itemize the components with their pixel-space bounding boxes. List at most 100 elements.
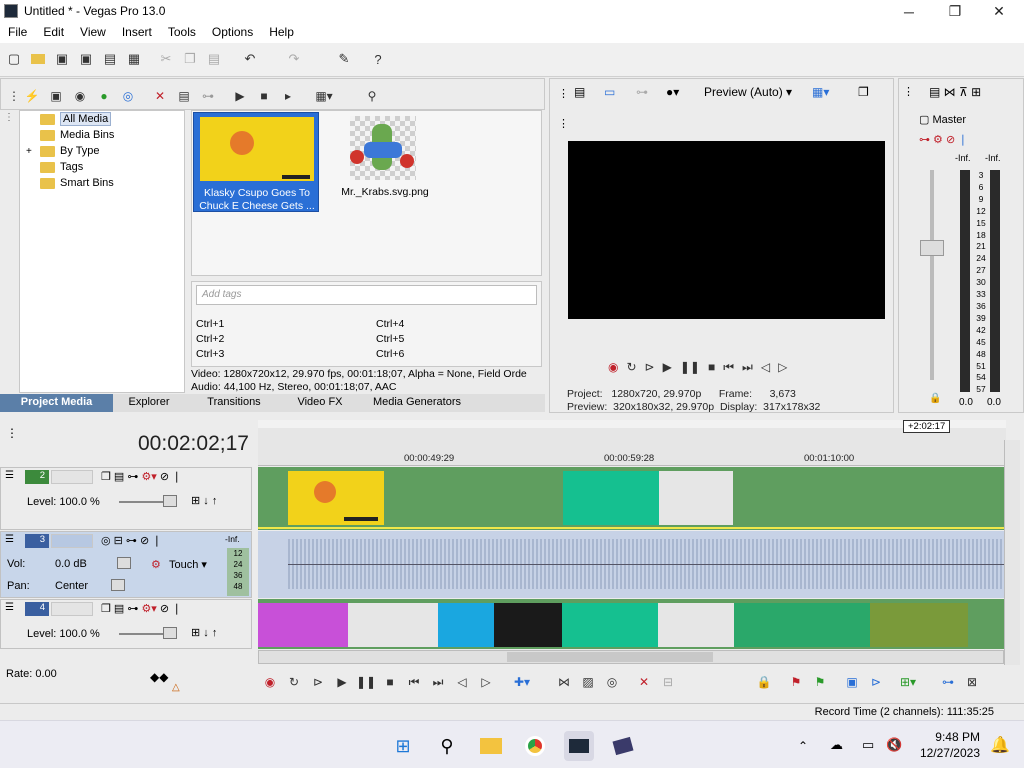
- prev-frame-icon[interactable]: ◁: [761, 360, 770, 380]
- maximize-button[interactable]: ❐: [932, 0, 978, 23]
- remove-icon[interactable]: ✕: [151, 87, 169, 105]
- display-icon[interactable]: ▭: [862, 737, 874, 753]
- media-fx-icon[interactable]: ⊶: [199, 87, 217, 105]
- region-icon[interactable]: ⚑: [810, 672, 830, 692]
- level-slider[interactable]: [163, 627, 177, 639]
- tree-item-tags[interactable]: Tags: [40, 159, 83, 175]
- go-to-start-icon[interactable]: ⏮: [404, 672, 424, 692]
- shortcut-ctrl5[interactable]: Ctrl+5: [376, 333, 404, 345]
- video-track-2[interactable]: [258, 467, 1004, 530]
- menu-help[interactable]: Help: [261, 23, 302, 43]
- tree-item-all-media[interactable]: All Media: [40, 111, 112, 127]
- zoom-icon[interactable]: ⚲: [363, 87, 381, 105]
- prev-frame-icon[interactable]: ◁: [452, 672, 472, 692]
- go-to-start-icon[interactable]: ⏮: [723, 360, 734, 380]
- go-to-end-icon[interactable]: ⏭: [742, 360, 753, 380]
- loop-icon[interactable]: ↻: [284, 672, 304, 692]
- search-icon[interactable]: ⚲: [432, 731, 462, 761]
- show-hidden-icons[interactable]: ⌃: [798, 739, 808, 753]
- video-track-4[interactable]: [258, 599, 1004, 649]
- play-preview-icon[interactable]: ▶: [231, 87, 249, 105]
- preview-quality-dropdown[interactable]: Preview (Auto) ▾: [704, 85, 792, 99]
- search-media-icon[interactable]: ◎: [119, 87, 137, 105]
- cut-icon[interactable]: ✂: [156, 49, 176, 69]
- track-name-field[interactable]: [51, 470, 93, 484]
- pan-slider[interactable]: [111, 579, 125, 591]
- import-media-icon[interactable]: ⚡: [23, 87, 41, 105]
- menu-file[interactable]: File: [0, 23, 35, 43]
- render-icon[interactable]: ▤: [100, 49, 120, 69]
- menu-tools[interactable]: Tools: [160, 23, 204, 43]
- track-motion-icons[interactable]: ⊞ ↓ ↑: [191, 494, 217, 507]
- save-as-icon[interactable]: ▣: [76, 49, 96, 69]
- clip-event-green-oval[interactable]: [734, 603, 870, 647]
- track-menu-icon[interactable]: ☰: [5, 470, 14, 481]
- minimize-button[interactable]: ─: [886, 0, 932, 23]
- track-name-field[interactable]: [51, 602, 93, 616]
- play-icon[interactable]: ▶: [332, 672, 352, 692]
- selection-tool-icon[interactable]: ▨: [578, 672, 598, 692]
- clip-event-olive[interactable]: [870, 603, 968, 647]
- clock[interactable]: 9:48 PM 12/27/2023: [920, 729, 980, 761]
- track-motion-icons[interactable]: ⊞ ↓ ↑: [191, 626, 217, 639]
- add-tags-input[interactable]: Add tags: [196, 285, 537, 305]
- track-menu-icon[interactable]: ☰: [5, 602, 14, 613]
- split-screen-icon[interactable]: ●▾: [666, 85, 679, 99]
- loop-icon[interactable]: ↻: [626, 360, 636, 380]
- automation-icon[interactable]: ⚙: [151, 558, 161, 571]
- tab-video-fx[interactable]: Video FX: [283, 394, 357, 412]
- pause-icon[interactable]: ❚❚: [356, 672, 376, 692]
- help-icon[interactable]: ?: [368, 49, 388, 69]
- normal-edit-tool-icon[interactable]: ✚▾: [512, 672, 532, 692]
- next-frame-icon[interactable]: ▷: [476, 672, 496, 692]
- timeline-vertical-scrollbar[interactable]: [1004, 440, 1020, 665]
- save-icon[interactable]: ▣: [52, 49, 72, 69]
- shortcut-ctrl1[interactable]: Ctrl+1: [196, 318, 224, 330]
- tree-item-smart-bins[interactable]: Smart Bins: [40, 175, 114, 191]
- master-icons[interactable]: ▤ ⋈ ⊼ ⊞: [929, 85, 981, 99]
- menu-edit[interactable]: Edit: [35, 23, 72, 43]
- scroll-thumb[interactable]: [507, 652, 713, 662]
- onedrive-icon[interactable]: ☁: [830, 737, 843, 753]
- menu-insert[interactable]: Insert: [114, 23, 160, 43]
- views-icon[interactable]: ▦▾: [315, 87, 333, 105]
- clip-event-green[interactable]: [563, 471, 659, 525]
- timeline-ruler[interactable]: +2:02:17 00:00:49:29 00:00:59:28 00:01:1…: [258, 420, 1006, 466]
- tab-transitions[interactable]: Transitions: [185, 394, 283, 412]
- track-icons[interactable]: ❐ ▤ ⊶ ⚙▾ ⊘ ❘: [101, 602, 181, 615]
- track-header-video-4[interactable]: ☰ 4 ❐ ▤ ⊶ ⚙▾ ⊘ ❘ Level: 100.0 % ⊞ ↓ ↑: [0, 599, 252, 649]
- volume-slider[interactable]: [117, 557, 131, 569]
- vegas-alt-icon[interactable]: [608, 731, 638, 761]
- track-header-video-2[interactable]: ☰ 2 ❐ ▤ ⊶ ⚙▾ ⊘ ❘ Level: 100.0 % ⊞ ↓ ↑: [0, 467, 252, 530]
- clip-event-white[interactable]: [659, 471, 733, 525]
- track-menu-icon[interactable]: ☰: [5, 534, 14, 545]
- tree-item-by-type[interactable]: + By Type: [26, 143, 100, 159]
- clip-event-magenta[interactable]: [258, 603, 348, 647]
- delete-icon[interactable]: ✕: [634, 672, 654, 692]
- go-to-end-icon[interactable]: ⏭: [428, 672, 448, 692]
- volume-icon[interactable]: 🔇: [886, 737, 902, 753]
- clip-event-dark[interactable]: [494, 603, 562, 647]
- level-slider[interactable]: [163, 495, 177, 507]
- overlays-icon[interactable]: ▦▾: [812, 85, 829, 99]
- zoom-tool-icon[interactable]: ◎: [602, 672, 622, 692]
- play-from-start-icon[interactable]: ⊳: [308, 672, 328, 692]
- chrome-icon[interactable]: [520, 731, 550, 761]
- trim-icon[interactable]: ⊟: [658, 672, 678, 692]
- loop-bar[interactable]: [258, 420, 1006, 428]
- master-fx-icons[interactable]: ⊶ ⚙ ⊘ ❘: [919, 133, 967, 146]
- menu-options[interactable]: Options: [204, 23, 261, 43]
- event-tool-icon[interactable]: ✎: [334, 49, 354, 69]
- open-icon[interactable]: [28, 49, 48, 69]
- stop-icon[interactable]: ■: [380, 672, 400, 692]
- tab-project-media[interactable]: Project Media: [0, 394, 113, 412]
- lock-icon[interactable]: 🔒: [929, 393, 941, 404]
- undo-icon[interactable]: ↶: [240, 49, 260, 69]
- timeline-horizontal-scrollbar[interactable]: [258, 650, 1004, 664]
- record-icon[interactable]: ◉: [260, 672, 280, 692]
- track-icons[interactable]: ❐ ▤ ⊶ ⚙▾ ⊘ ❘: [101, 470, 181, 483]
- audio-track-3[interactable]: [258, 531, 1004, 598]
- master-fader[interactable]: [920, 240, 944, 256]
- expand-icon[interactable]: +: [26, 146, 40, 157]
- shortcut-ctrl2[interactable]: Ctrl+2: [196, 333, 224, 345]
